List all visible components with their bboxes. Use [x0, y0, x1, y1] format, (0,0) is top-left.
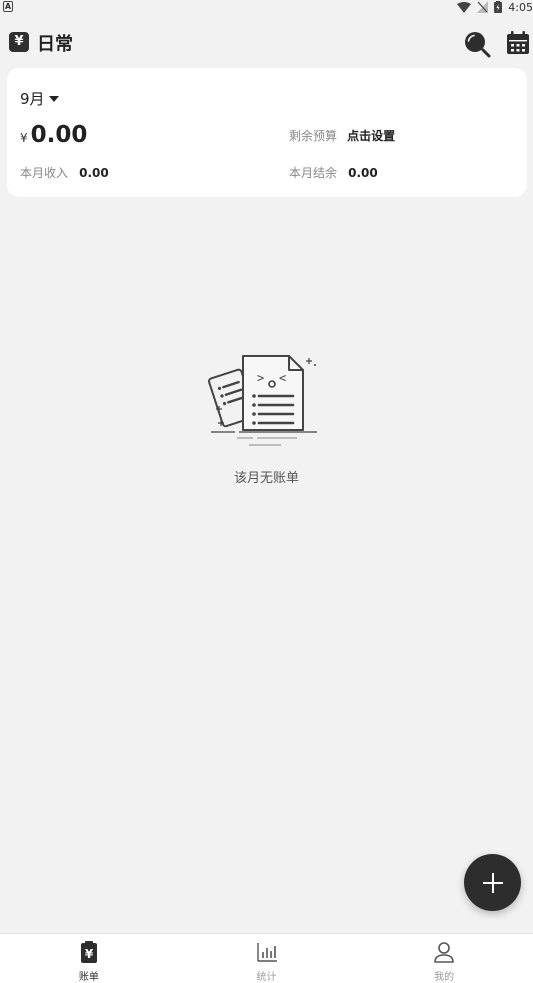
nav-label-stats: 统计 — [256, 972, 277, 983]
ledger-icon[interactable]: ¥ — [9, 32, 29, 52]
bottom-nav: ¥ 账单 统计 我的 — [0, 933, 533, 983]
month-summary-card: 9月 ¥ 0.00 剩余预算 点击设置 本月收入 0.00 本月结余 0.00 — [7, 68, 527, 197]
month-selector[interactable]: 9月 — [20, 88, 59, 109]
income-row: 本月收入 0.00 — [20, 162, 109, 181]
currency-symbol: ¥ — [20, 131, 28, 145]
battery-icon — [494, 1, 503, 13]
set-budget-link[interactable]: 点击设置 — [347, 129, 395, 143]
notification-icon: A — [3, 1, 13, 12]
page-title[interactable]: 日常 — [37, 30, 73, 56]
nav-label-profile: 我的 — [434, 972, 455, 983]
empty-bills-illustration: > < — [208, 355, 317, 446]
wifi-icon — [457, 1, 472, 13]
income-value: 0.00 — [79, 166, 109, 180]
svg-text:<: < — [279, 371, 286, 385]
calendar-icon[interactable] — [506, 30, 530, 56]
svg-text:>: > — [257, 371, 264, 385]
clock: 4:05 — [508, 0, 533, 14]
nav-item-bills[interactable]: ¥ 账单 — [0, 934, 178, 983]
search-icon[interactable] — [463, 30, 491, 58]
monthly-expense: ¥ 0.00 — [20, 122, 87, 148]
balance-label: 本月结余 — [289, 166, 338, 180]
nav-item-profile[interactable]: 我的 — [355, 934, 533, 983]
status-icons: 4:05 — [457, 0, 533, 14]
budget-row: 剩余预算 点击设置 — [289, 127, 395, 144]
caret-down-icon — [48, 95, 59, 102]
month-label: 9月 — [20, 90, 45, 108]
signal-icon — [477, 1, 489, 13]
add-bill-button[interactable] — [464, 854, 521, 911]
top-bar: ¥ 日常 — [0, 24, 533, 60]
expense-amount: 0.00 — [30, 122, 88, 148]
status-bar: A 4:05 — [0, 0, 533, 14]
balance-row: 本月结余 0.00 — [289, 162, 378, 181]
budget-label: 剩余预算 — [289, 129, 338, 143]
bill-icon: ¥ — [80, 941, 97, 963]
nav-label-bills: 账单 — [78, 972, 99, 983]
empty-state-message: 该月无账单 — [233, 471, 299, 486]
user-icon — [434, 942, 454, 963]
chart-icon — [256, 943, 277, 962]
nav-item-stats[interactable]: 统计 — [178, 934, 356, 983]
balance-value: 0.00 — [348, 166, 378, 180]
app-screen: A 4:05 ¥ 日常 9月 ¥ 0.00 剩余预算 点击设置 本月收入 0.0… — [0, 0, 533, 983]
income-label: 本月收入 — [20, 166, 69, 180]
svg-text:¥: ¥ — [85, 947, 94, 961]
